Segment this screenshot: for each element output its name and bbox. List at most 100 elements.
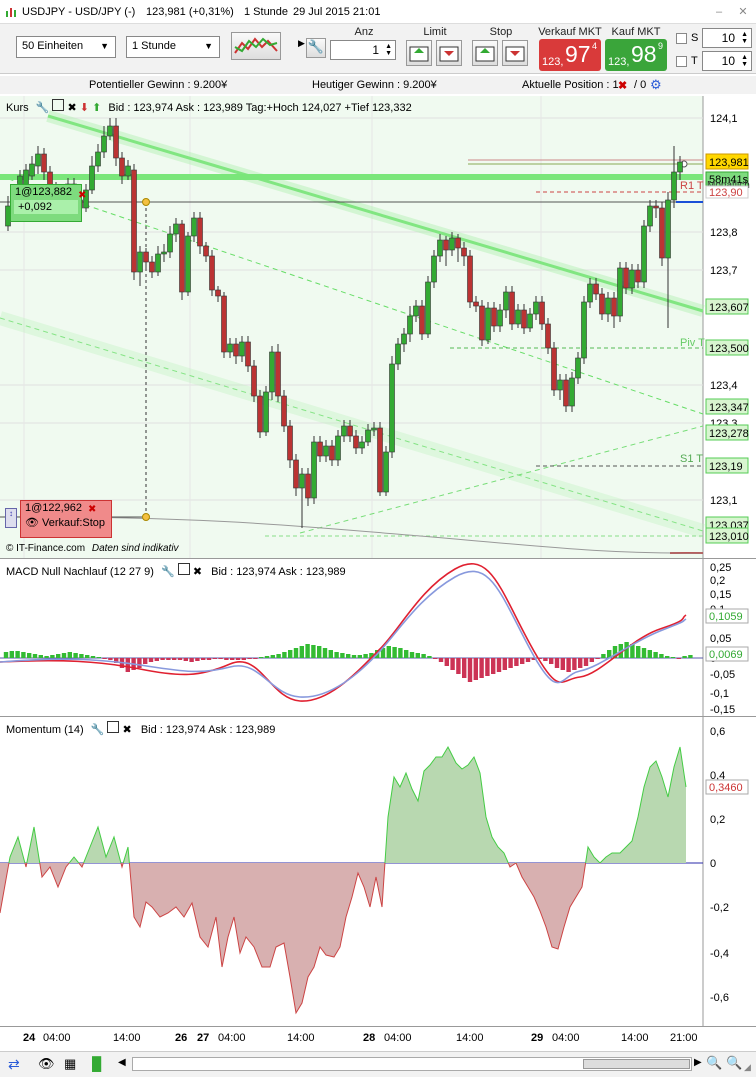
candle (557, 379, 563, 391)
candle (101, 135, 107, 153)
price-chart[interactable]: 124,1123,8123,7123,4123,3123,1123,981123… (0, 96, 756, 558)
close-stop-icon[interactable]: ✖ (88, 504, 96, 515)
candle (677, 161, 683, 173)
macd-chart[interactable]: 0,250,20,150,10,050-0,05-0,1-0,150,10590… (0, 559, 756, 717)
macd-bar (218, 658, 223, 659)
scroll-left-icon[interactable]: ◀ (118, 1057, 126, 1068)
s-checkbox[interactable] (676, 33, 687, 44)
toolbar-arrow-icon[interactable]: ▶ (298, 38, 305, 49)
arrow-up-icon[interactable]: ⬆ (92, 102, 101, 114)
anz-input[interactable]: 1 ▲ ▼ (330, 40, 396, 60)
grid-icon[interactable]: ▦ (64, 1056, 76, 1072)
title-bar: USDJPY - USD/JPY (-) 123,981 (+0,31%) 1 … (0, 0, 756, 24)
period-select[interactable]: 1 Stunde ▼ (126, 36, 220, 58)
macd-bar (322, 648, 328, 658)
macd-bar (247, 658, 252, 659)
window-change: 123,981 (+0,31%) (146, 6, 234, 18)
spinner-arrows-icon[interactable]: ▲ ▼ (741, 31, 748, 45)
momentum-chart[interactable]: 0,60,40,20-0,2-0,4-0,60,3460 (0, 717, 756, 1027)
stop-order-box[interactable]: 1@122,962 👁 Verkauf:Stop (20, 500, 112, 538)
macd-bar (636, 646, 641, 658)
zoom-out-icon[interactable]: 🔍 (706, 1055, 722, 1071)
candle (419, 305, 425, 335)
scroll-right-icon[interactable]: ▶ (694, 1057, 702, 1068)
maximize-icon[interactable] (107, 721, 120, 733)
main-chart-panel[interactable]: 124,1 123,8 123,7 123,4 123,3 123,1 123,981 123… (0, 96, 756, 558)
macd-bar (444, 658, 449, 666)
sell-mkt-button[interactable]: 123, 97 4 (539, 39, 601, 71)
macd-bar (560, 658, 565, 670)
candle (575, 357, 581, 379)
entry-marker (142, 198, 150, 206)
stop-sell-icon (505, 46, 525, 62)
t-input[interactable]: 10 ▲ ▼ (702, 51, 752, 71)
s-input[interactable]: 10 ▲ ▼ (702, 28, 752, 48)
macd-bar (230, 658, 235, 660)
buy-mkt-button[interactable]: 123, 98 9 (605, 39, 667, 71)
wrench-icon[interactable]: 🔧 (161, 566, 175, 578)
candle (539, 301, 545, 325)
candle (269, 351, 275, 393)
arrow-down-icon[interactable]: ⬇ (80, 102, 89, 114)
move-stop-icon[interactable]: ↕ (5, 508, 17, 528)
candle (515, 309, 521, 325)
stop-buy-button[interactable] (472, 40, 498, 66)
candle (605, 297, 611, 315)
macd-background (0, 559, 703, 717)
candle (227, 343, 233, 353)
limit-sell-button[interactable] (436, 40, 462, 66)
t-checkbox[interactable] (676, 56, 687, 67)
candle (173, 223, 179, 235)
close-button[interactable]: ✕ (736, 6, 750, 18)
candle (365, 429, 371, 443)
time-axis-label: 14:00 (621, 1032, 649, 1044)
wrench-button[interactable]: 🔧 (306, 38, 326, 58)
candle (335, 435, 341, 461)
time-axis-label: 04:00 (552, 1032, 580, 1044)
wrench-icon[interactable]: 🔧 (36, 102, 50, 114)
close-position-icon[interactable]: ✖ (78, 190, 86, 201)
macd-bar (32, 654, 38, 658)
spinner-arrows-icon[interactable]: ▲ ▼ (741, 54, 748, 68)
macd-bar (253, 658, 258, 659)
macd-bar (166, 658, 171, 660)
macd-panel[interactable]: 0,250,20,150,10,050-0,05-0,1-0,150,10590… (0, 558, 756, 717)
maximize-icon[interactable] (177, 563, 190, 575)
candle (635, 269, 641, 283)
settings-gear-icon[interactable]: ⚙ (650, 77, 662, 93)
macd-axis-label: 0,05 (710, 633, 731, 645)
position-box[interactable]: 1@123,882 +0,092 (10, 184, 82, 222)
s-value: 10 (721, 31, 735, 45)
horizontal-scrollbar[interactable] (132, 1057, 692, 1071)
units-select[interactable]: 50 Einheiten ▼ (16, 36, 116, 58)
candle (407, 315, 413, 335)
eye-toggle-icon[interactable]: 👁 (38, 1056, 55, 1072)
price-tag-label: 123,981 (709, 157, 749, 169)
candle (233, 343, 239, 357)
close-icon[interactable]: ✖ (123, 724, 132, 736)
units-select-value: 50 Einheiten (22, 40, 84, 52)
scrollbar-thumb[interactable] (583, 1059, 690, 1069)
close-icon[interactable]: ✖ (68, 102, 77, 114)
maximize-icon[interactable] (52, 99, 65, 111)
candles-icon[interactable]: █ (92, 1056, 101, 1071)
candle (401, 333, 407, 345)
momentum-panel-header: Momentum (14) 🔧 ✖ Bid : 123,974 Ask : 12… (6, 721, 275, 736)
candle (665, 199, 671, 259)
close-position-icon[interactable]: ✖ (618, 79, 627, 92)
wrench-icon[interactable]: 🔧 (91, 724, 105, 736)
momentum-panel[interactable]: 0,6 0,4 0,2 0 -0,2 -0,4 -0,6 0,3460 Momentum (1… (0, 716, 756, 1027)
close-icon[interactable]: ✖ (193, 566, 202, 578)
macd-bar (682, 656, 687, 658)
price-tag-label: 123,19 (709, 461, 743, 473)
limit-buy-button[interactable] (406, 40, 432, 66)
candle (479, 305, 485, 341)
minimize-button[interactable]: – (712, 6, 726, 18)
zoom-in-icon[interactable]: 🔍 (726, 1055, 742, 1071)
price-axis-label: 124,1 (710, 113, 738, 125)
indicator-button[interactable] (231, 32, 281, 60)
stop-sell-button[interactable] (502, 40, 528, 66)
resize-grip-icon[interactable]: ◢ (744, 1062, 751, 1073)
spinner-arrows-icon[interactable]: ▲ ▼ (385, 43, 392, 57)
sync-icon[interactable]: ⇄ (8, 1056, 20, 1073)
